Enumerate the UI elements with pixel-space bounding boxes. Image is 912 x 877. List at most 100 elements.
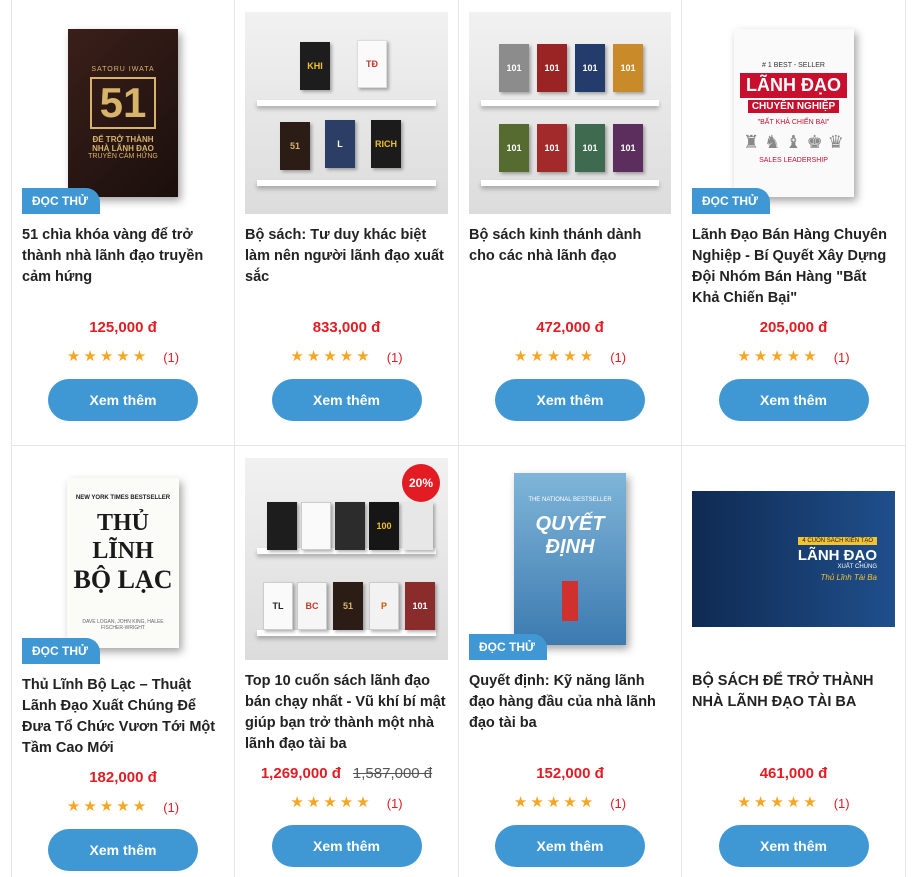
product-title[interactable]: 51 chìa khóa vàng để trở thành nhà lãnh …	[22, 225, 224, 309]
grid-edge-right	[906, 446, 912, 877]
product-card[interactable]: THE NATIONAL BESTSELLER QUYẾT ĐỊNH ĐỌC T…	[459, 446, 682, 877]
product-image[interactable]: NEW YORK TIMES BESTSELLER THỦ LĨNH BỘ LẠ…	[22, 462, 224, 664]
product-card[interactable]: 101 101 101 101 101 101 101 101 Bộ sách …	[459, 0, 682, 446]
view-more-button[interactable]: Xem thêm	[718, 379, 869, 421]
rating-count: (1)	[386, 349, 403, 365]
star-icon: ★	[579, 348, 594, 365]
view-more-button[interactable]: Xem thêm	[271, 379, 422, 421]
bookshelf-image: KHI TĐ 51 L RICH	[245, 12, 448, 214]
product-title[interactable]: Bộ sách kinh thánh dành cho các nhà lãnh…	[469, 225, 671, 309]
rating: ★ ★ ★ ★ ★ (1)	[245, 795, 448, 811]
view-more-button[interactable]: Xem thêm	[271, 825, 422, 867]
star-icon: ★	[786, 794, 801, 811]
product-title[interactable]: Lãnh Đạo Bán Hàng Chuyên Nghiệp - Bí Quy…	[692, 225, 895, 309]
product-card[interactable]: 100 TL BC 51 P 101 20% Top 10 cuốn sách …	[235, 446, 459, 877]
read-sample-badge[interactable]: ĐỌC THỬ	[22, 638, 100, 664]
product-grid: SATORU IWATA 51 ĐỂ TRỞ THÀNH NHÀ LÃNH ĐẠ…	[0, 0, 912, 877]
star-icon: ★	[132, 348, 147, 365]
product-image[interactable]: 100 TL BC 51 P 101 20%	[245, 458, 448, 660]
rating-count: (1)	[163, 799, 180, 815]
cover-line1: LÃNH ĐẠO	[740, 73, 847, 98]
cover-number: 51	[89, 77, 157, 129]
product-title[interactable]: Bộ sách: Tư duy khác biệt làm nên người …	[245, 225, 448, 309]
cover-line1: QUYẾT ĐỊNH	[535, 513, 605, 558]
product-title[interactable]: Top 10 cuốn sách lãnh đạo bán chạy nhất …	[245, 671, 448, 755]
cover-top: # 1 BEST - SELLER	[762, 62, 825, 69]
shelf	[481, 100, 659, 106]
book-cover: NEW YORK TIMES BESTSELLER THỦ LĨNH BỘ LẠ…	[67, 478, 179, 648]
cover-line3: "BẤT KHẢ CHIẾN BẠI"	[757, 119, 830, 126]
cover-line1: ĐỂ TRỞ THÀNH	[92, 135, 154, 144]
product-image[interactable]: # 1 BEST - SELLER LÃNH ĐẠO CHUYÊN NGHIỆP…	[692, 12, 895, 214]
price-row: 472,000 đ	[469, 319, 671, 336]
rating: ★ ★ ★ ★ ★ (1)	[469, 349, 671, 365]
product-card[interactable]: # 1 BEST - SELLER LÃNH ĐẠO CHUYÊN NGHIỆP…	[682, 0, 906, 446]
product-card[interactable]: KHI TĐ 51 L RICH Bộ sách: Tư duy khác bi…	[235, 0, 459, 446]
price-row: 152,000 đ	[469, 765, 671, 782]
shelf	[257, 180, 436, 186]
product-price: 833,000 đ	[312, 319, 381, 336]
star-icon: ★	[737, 348, 751, 365]
product-title[interactable]: Quyết định: Kỹ năng lãnh đạo hàng đầu củ…	[469, 671, 671, 755]
cover-line2: CHUYÊN NGHIỆP	[747, 100, 840, 113]
price-row: 182,000 đ	[22, 769, 224, 786]
price-row: 1,269,000 đ 1,587,000 đ	[245, 765, 448, 782]
cover-author: SATORU IWATA	[91, 66, 155, 73]
banner-line2: XUẤT CHÚNG	[837, 563, 877, 570]
rating-count: (1)	[833, 349, 850, 365]
star-icon: ★	[530, 794, 544, 811]
product-card[interactable]: NEW YORK TIMES BESTSELLER THỦ LĨNH BỘ LẠ…	[12, 446, 235, 877]
product-title[interactable]: Thủ Lĩnh Bộ Lạc – Thuật Lãnh Đạo Xuất Ch…	[22, 675, 224, 759]
product-price: 182,000 đ	[89, 769, 157, 786]
product-price: 152,000 đ	[536, 765, 604, 782]
star-icon: ★	[66, 798, 81, 815]
view-more-button[interactable]: Xem thêm	[495, 379, 645, 421]
banner-line0: 4 CUỐN SÁCH KIẾN TẠO	[798, 536, 877, 545]
product-image[interactable]: 101 101 101 101 101 101 101 101	[469, 12, 671, 214]
star-icon: ★	[323, 794, 337, 811]
shelf	[257, 100, 436, 106]
cover-line2: BỘ LẠC	[73, 565, 173, 594]
rating-count: (1)	[610, 349, 627, 365]
star-icon: ★	[99, 798, 114, 815]
product-price: 461,000 đ	[759, 765, 828, 782]
product-price: 1,269,000 đ	[260, 765, 341, 782]
product-image[interactable]: 4 CUỐN SÁCH KIẾN TẠO LÃNH ĐẠO XUẤT CHÚNG…	[692, 458, 895, 660]
product-image[interactable]: SATORU IWATA 51 ĐỂ TRỞ THÀNH NHÀ LÃNH ĐẠ…	[22, 12, 224, 214]
discount-badge: 20%	[402, 464, 440, 502]
star-icon: ★	[83, 348, 97, 365]
product-old-price: 1,587,000 đ	[352, 765, 433, 782]
banner-line3: Thủ Lĩnh Tài Ba	[820, 572, 877, 582]
rating: ★ ★ ★ ★ ★ (1)	[245, 349, 448, 365]
star-icon: ★	[530, 348, 544, 365]
cover-top: NEW YORK TIMES BESTSELLER	[75, 495, 171, 501]
product-title[interactable]: BỘ SÁCH ĐỂ TRỞ THÀNH NHÀ LÃNH ĐẠO TÀI BA	[692, 671, 895, 755]
star-icon: ★	[546, 348, 561, 365]
star-icon: ★	[306, 348, 321, 365]
star-icon: ★	[770, 348, 784, 365]
cover-top: THE NATIONAL BESTSELLER	[528, 497, 612, 503]
product-price: 472,000 đ	[536, 319, 604, 336]
product-image[interactable]: KHI TĐ 51 L RICH	[245, 12, 448, 214]
rating: ★ ★ ★ ★ ★ (1)	[692, 795, 895, 811]
cover-line2: NHÀ LÃNH ĐẠO	[92, 144, 154, 153]
shelf	[257, 630, 436, 636]
view-more-button[interactable]: Xem thêm	[48, 829, 198, 871]
read-sample-badge[interactable]: ĐỌC THỬ	[22, 188, 100, 214]
star-icon: ★	[753, 348, 768, 365]
view-more-button[interactable]: Xem thêm	[495, 825, 645, 867]
read-sample-badge[interactable]: ĐỌC THỬ	[469, 634, 547, 660]
star-icon: ★	[116, 798, 130, 815]
star-icon: ★	[99, 348, 114, 365]
rating-count: (1)	[163, 349, 180, 365]
grid-edge-left	[0, 0, 12, 446]
view-more-button[interactable]: Xem thêm	[48, 379, 198, 421]
product-card[interactable]: SATORU IWATA 51 ĐỂ TRỞ THÀNH NHÀ LÃNH ĐẠ…	[12, 0, 235, 446]
grid-edge-left	[0, 446, 12, 877]
read-sample-badge[interactable]: ĐỌC THỬ	[692, 188, 770, 214]
product-card[interactable]: 4 CUỐN SÁCH KIẾN TẠO LÃNH ĐẠO XUẤT CHÚNG…	[682, 446, 906, 877]
view-more-button[interactable]: Xem thêm	[718, 825, 869, 867]
star-icon: ★	[290, 348, 304, 365]
product-image[interactable]: THE NATIONAL BESTSELLER QUYẾT ĐỊNH ĐỌC T…	[469, 458, 671, 660]
star-icon: ★	[116, 348, 130, 365]
